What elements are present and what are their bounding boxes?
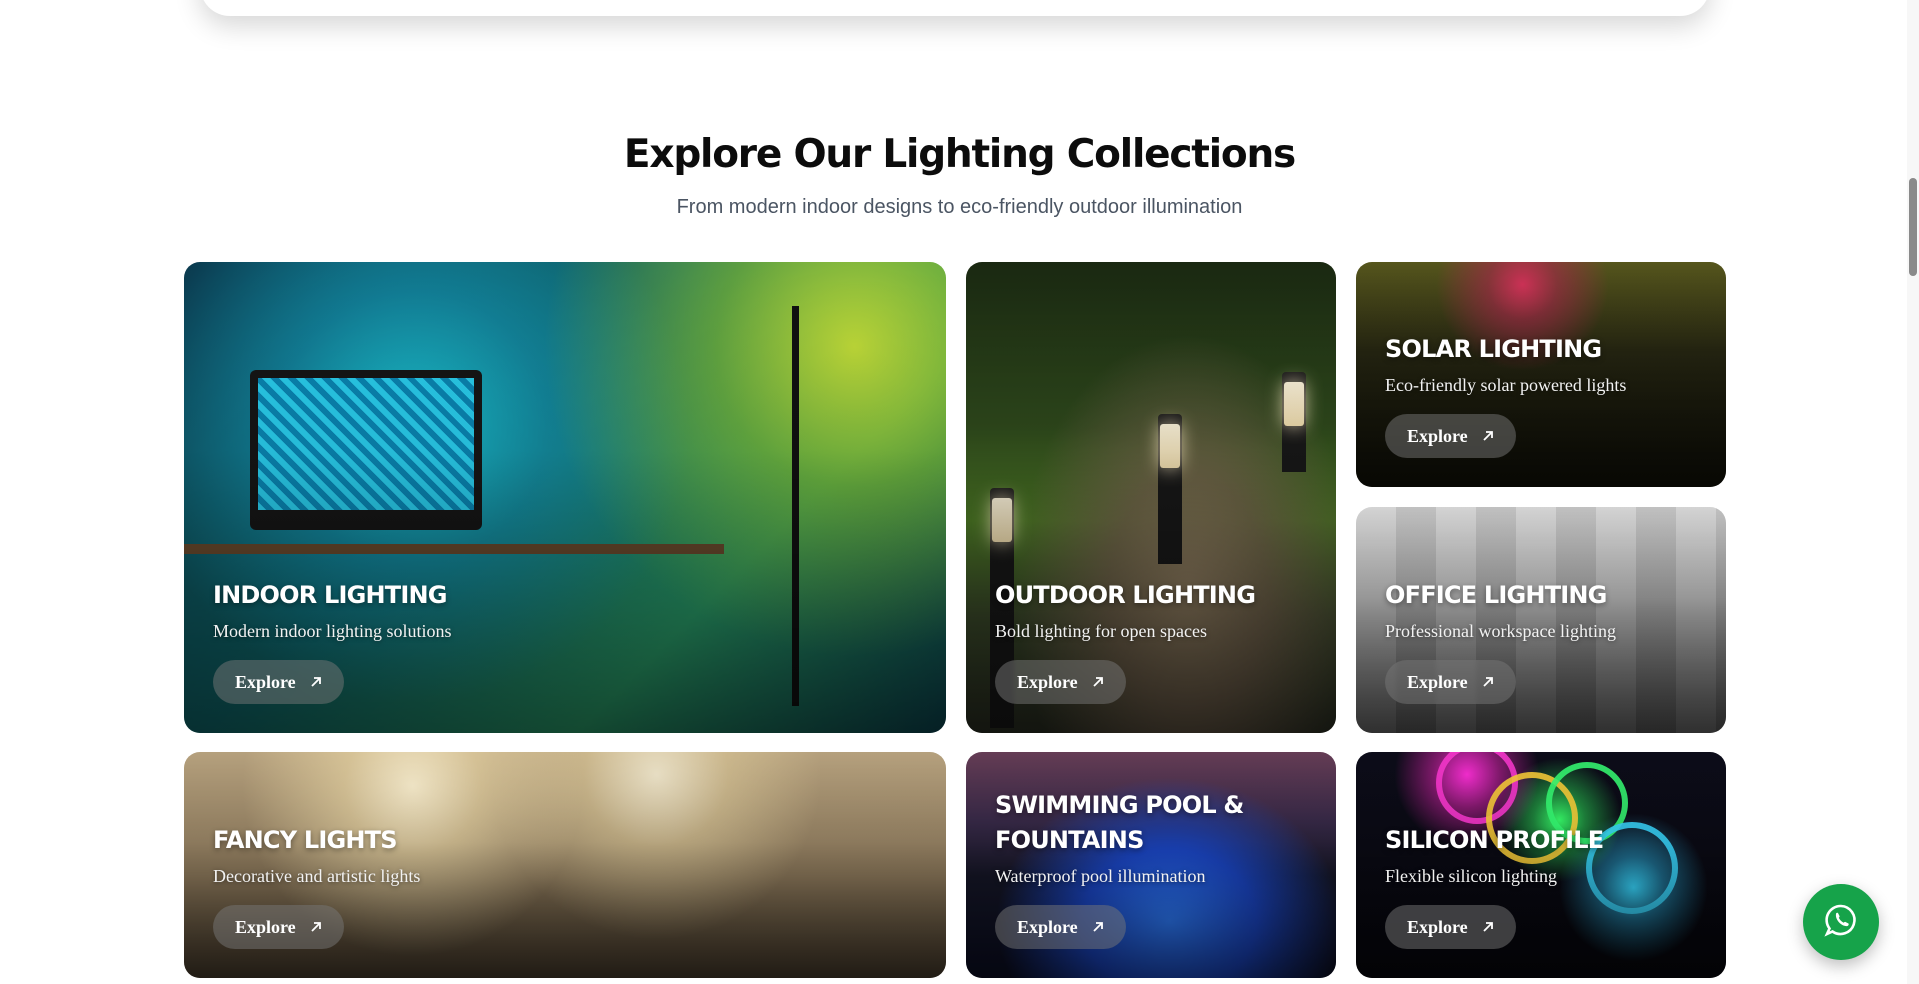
collection-card-outdoor[interactable]: OUTDOOR LIGHTING Bold lighting for open … [966, 262, 1336, 733]
explore-button[interactable]: Explore [1385, 905, 1516, 949]
arrow-up-right-icon [1482, 921, 1494, 933]
section-title: Explore Our Lighting Collections [623, 132, 1296, 177]
card-description: Eco-friendly solar powered lights [1385, 375, 1627, 395]
card-title: INDOOR LIGHTING [213, 581, 447, 609]
explore-button-label: Explore [235, 916, 296, 937]
explore-button[interactable]: Explore [213, 660, 344, 704]
arrow-up-right-icon [310, 676, 322, 688]
collection-card-pool[interactable]: SWIMMING POOL & FOUNTAINS Waterproof poo… [966, 752, 1336, 978]
arrow-up-right-icon [1092, 921, 1104, 933]
card-title: SILICON PROFILE [1385, 826, 1604, 854]
page-scrollbar[interactable] [1907, 0, 1919, 984]
card-description: Bold lighting for open spaces [995, 621, 1207, 641]
card-title: OFFICE LIGHTING [1385, 581, 1607, 609]
card-title: OUTDOOR LIGHTING [995, 581, 1256, 609]
explore-button-label: Explore [1407, 671, 1468, 692]
arrow-up-right-icon [1092, 676, 1104, 688]
explore-button[interactable]: Explore [1385, 660, 1516, 704]
explore-button-label: Explore [1407, 916, 1468, 937]
explore-button-label: Explore [235, 671, 296, 692]
card-description: Modern indoor lighting solutions [213, 621, 452, 641]
arrow-up-right-icon [310, 921, 322, 933]
explore-button[interactable]: Explore [1385, 414, 1516, 458]
whatsapp-icon [1824, 903, 1858, 942]
collection-card-fancy[interactable]: FANCY LIGHTS Decorative and artistic lig… [184, 752, 946, 978]
scrollbar-thumb[interactable] [1909, 178, 1917, 276]
section-subtitle: From modern indoor designs to eco-friend… [676, 196, 1243, 218]
explore-button[interactable]: Explore [213, 905, 344, 949]
collection-card-office[interactable]: OFFICE LIGHTING Professional workspace l… [1356, 507, 1726, 733]
card-title: SOLAR LIGHTING [1385, 335, 1602, 363]
explore-button-label: Explore [1407, 425, 1468, 446]
explore-button[interactable]: Explore [995, 905, 1126, 949]
card-description: Waterproof pool illumination [995, 866, 1206, 886]
explore-button-label: Explore [1017, 916, 1078, 937]
collection-card-indoor[interactable]: INDOOR LIGHTING Modern indoor lighting s… [184, 262, 946, 733]
explore-button-label: Explore [1017, 671, 1078, 692]
arrow-up-right-icon [1482, 676, 1494, 688]
card-description: Professional workspace lighting [1385, 621, 1616, 641]
previous-section-card [200, 0, 1710, 16]
whatsapp-chat-button[interactable] [1803, 884, 1879, 960]
card-title: SWIMMING POOL & FOUNTAINS [995, 791, 1244, 854]
card-title: FANCY LIGHTS [213, 826, 398, 854]
collection-card-solar[interactable]: SOLAR LIGHTING Eco-friendly solar powere… [1356, 262, 1726, 487]
arrow-up-right-icon [1482, 430, 1494, 442]
explore-button[interactable]: Explore [995, 660, 1126, 704]
collection-card-silicon[interactable]: SILICON PROFILE Flexible silicon lightin… [1356, 752, 1726, 978]
card-description: Decorative and artistic lights [213, 866, 421, 886]
card-description: Flexible silicon lighting [1385, 866, 1557, 886]
